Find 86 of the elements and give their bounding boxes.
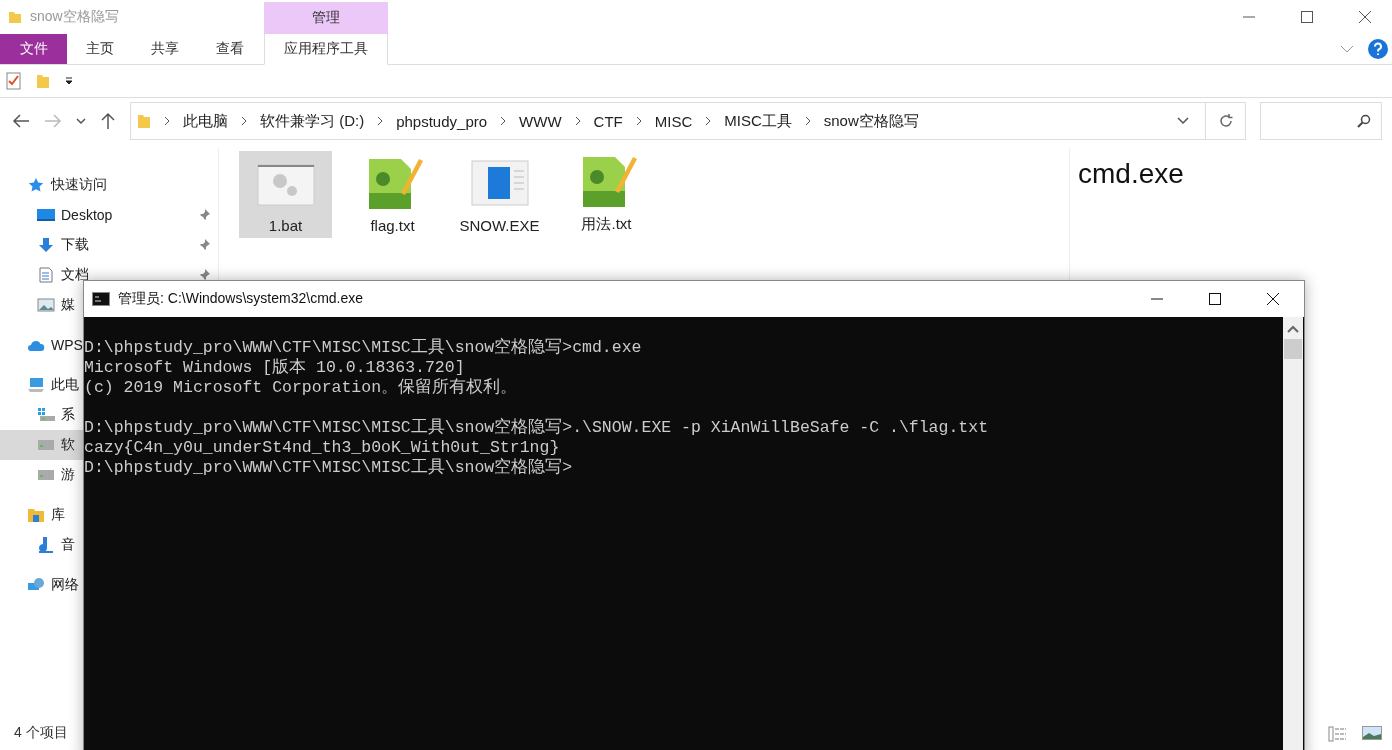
preview-title: cmd.exe [1078,158,1185,190]
close-icon[interactable] [1358,10,1372,24]
search-icon [1357,114,1371,128]
up-arrow-icon[interactable] [100,112,116,130]
scroll-up-icon[interactable] [1287,325,1299,333]
console-line: cazy{C4n_y0u_underSt4nd_th3_b0oK_With0ut_Str1ng} [84,438,561,458]
search-field[interactable] [1260,102,1382,140]
console-line: D:\phpstudy_pro\WWW\CTF\MISC\MISC工具\snow空格隐写>.\SNOW.EXE -p XiAnWillBeSafe -C .\flag.txt [84,418,990,438]
sidebar-item[interactable]: 文档 [0,260,89,290]
sidebar-item[interactable]: 快速访问 [0,170,107,200]
maximize-icon[interactable] [1208,292,1222,306]
sidebar-item[interactable]: Desktop [0,200,113,230]
dropdown-icon[interactable] [64,76,74,86]
pin-icon[interactable] [198,209,210,221]
sidebar-icon [37,467,55,483]
ribbon-tab[interactable]: 查看 [197,34,262,64]
console-line: Microsoft Windows [版本 10.0.18363.720] [84,358,466,378]
chevron-right-icon[interactable] [704,116,713,126]
scrollbar-thumb[interactable] [1284,339,1302,359]
chevron-right-icon[interactable] [634,116,643,126]
ribbon-tab[interactable]: 共享 [132,34,197,64]
sidebar-icon [37,207,55,223]
checklist-icon[interactable] [6,72,22,90]
breadcrumb-item[interactable]: 此电脑 [183,111,228,131]
sidebar-item[interactable]: 库 [0,500,83,530]
console-title: 管理员: C:\Windows\system32\cmd.exe [118,290,364,308]
console-line: D:\phpstudy_pro\WWW\CTF\MISC\MISC工具\snow空格隐写> [84,458,574,478]
back-arrow-icon[interactable] [12,113,30,129]
sidebar-icon [27,377,45,393]
thumbnail-view-icon[interactable] [1362,726,1382,740]
chevron-right-icon[interactable] [376,116,385,126]
sidebar-icon [27,507,45,523]
chevron-down-icon[interactable] [1177,117,1189,125]
breadcrumb-item[interactable]: CTF [593,112,623,130]
sidebar-item[interactable]: 系 [0,400,83,430]
pin-icon[interactable] [198,239,210,251]
sidebar-icon [37,537,55,553]
ribbon-tab[interactable]: 应用程序工具 [264,34,388,65]
chevron-right-icon[interactable] [499,116,508,126]
console-line: (c) 2019 Microsoft Corporation。保留所有权利。 [84,378,519,398]
breadcrumb-item[interactable]: MISC工具 [724,111,792,131]
sidebar-icon [27,177,45,193]
close-icon[interactable] [1266,292,1280,306]
window-title: snow空格隐写 [30,8,119,26]
file-item[interactable]: SNOW.EXE [453,151,546,238]
chevron-right-icon[interactable] [163,116,171,126]
chevron-right-icon[interactable] [240,116,248,126]
file-item[interactable]: 1.bat [239,151,332,238]
breadcrumb-item[interactable]: snow空格隐写 [823,111,919,131]
file-item[interactable]: flag.txt [346,151,439,238]
file-item[interactable]: 用法.txt [560,151,653,238]
chevron-right-icon[interactable] [803,116,812,126]
chevron-right-icon[interactable] [573,116,582,126]
sidebar-icon [27,577,45,593]
sidebar-icon [37,437,55,453]
refresh-button[interactable] [1206,102,1246,140]
sidebar-item[interactable]: 媒 [0,290,83,320]
sidebar-item[interactable]: 网络 [0,570,83,600]
sidebar-icon [37,237,55,253]
sidebar-item[interactable]: 软 [0,430,83,460]
breadcrumb-item[interactable]: MISC [654,112,693,130]
ribbon-tab[interactable]: 文件 [0,34,67,64]
sidebar-icon [37,407,55,423]
folder-icon [8,10,22,24]
breadcrumb-item[interactable]: WWW [519,112,562,130]
sidebar-icon [37,267,55,283]
refresh-icon [1217,113,1234,129]
sidebar-item[interactable]: WPS [0,330,83,360]
breadcrumb-item[interactable]: phpstudy_pro [396,112,488,130]
sidebar-icon [37,297,55,313]
status-text: 4 个项目 [13,724,69,742]
sidebar-item[interactable]: 下载 [0,230,89,260]
breadcrumb-item[interactable]: 软件兼学习 (D:) [260,111,365,131]
console-line: D:\phpstudy_pro\WWW\CTF\MISC\MISC工具\snow空格隐写>cmd.exe [84,338,643,358]
chevron-down-icon[interactable] [76,117,86,125]
pin-icon[interactable] [198,269,210,281]
console-icon [92,292,110,306]
sidebar-item[interactable]: 游 [0,460,83,490]
maximize-icon[interactable] [1300,10,1314,24]
help-icon[interactable] [1368,39,1388,59]
folder-icon [137,113,151,129]
address-bar[interactable]: 此电脑 软件兼学习 (D:) phpstudy_pro WWW CTF MISC MISC工具 snow空格隐写 [130,102,1206,140]
ribbon-tab[interactable]: 主页 [67,34,132,64]
context-tab-header: 管理 [264,2,388,34]
sidebar-item[interactable]: 此电 [0,370,83,400]
sidebar-item[interactable]: 音 [0,530,83,560]
